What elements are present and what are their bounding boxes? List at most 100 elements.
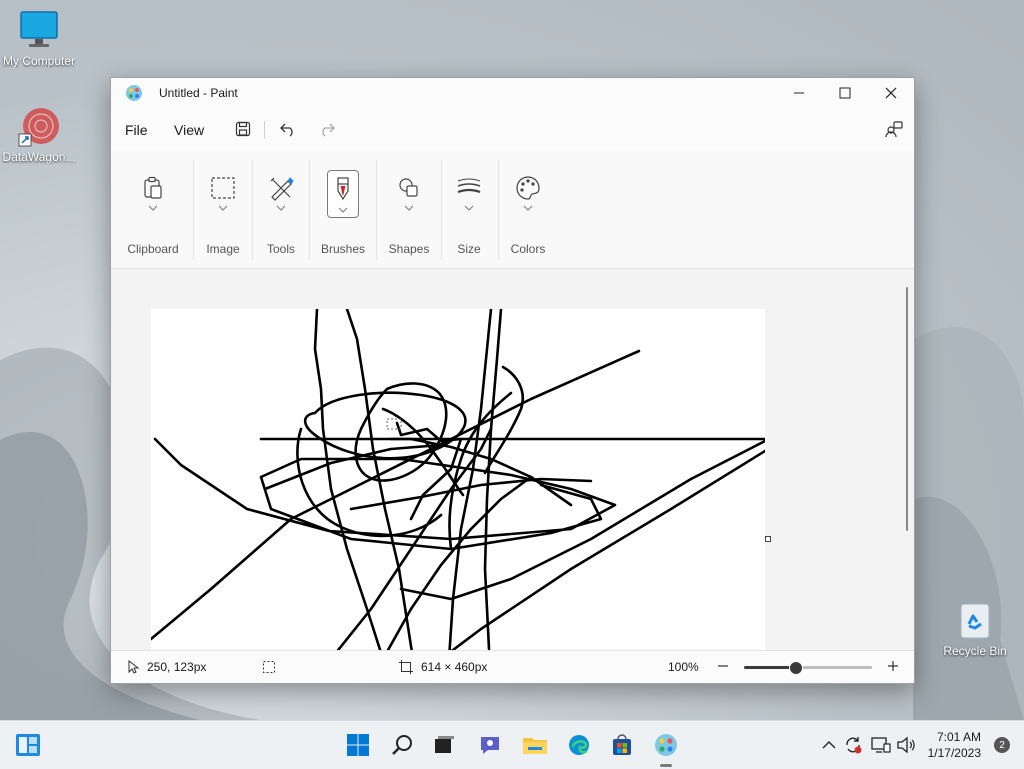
- close-icon: [885, 87, 897, 99]
- save-icon: [235, 121, 251, 137]
- drawing-canvas[interactable]: [149, 307, 767, 650]
- canvas-size-icon: [399, 660, 413, 674]
- chevron-down-icon: [276, 205, 286, 211]
- menu-view[interactable]: View: [174, 122, 204, 138]
- account-button[interactable]: [882, 118, 906, 140]
- minimize-icon: [794, 92, 804, 94]
- ribbon-divider: [376, 160, 377, 260]
- redo-button[interactable]: [315, 118, 339, 140]
- zoom-level: 100%: [668, 660, 699, 674]
- sync-status-button[interactable]: [842, 729, 864, 761]
- chevron-down-icon: [148, 205, 158, 211]
- cursor-position-text: 250, 123px: [147, 660, 207, 674]
- shapes-icon: [393, 172, 425, 204]
- minimize-button[interactable]: [776, 78, 822, 108]
- windows-start-icon: [347, 734, 369, 756]
- search-icon: [392, 735, 412, 755]
- zoom-slider[interactable]: [744, 661, 872, 675]
- canvas-workspace: [111, 269, 914, 650]
- chevron-down-icon: [338, 207, 348, 213]
- menu-file[interactable]: File: [125, 122, 148, 138]
- notification-badge[interactable]: 2: [994, 737, 1010, 753]
- ribbon-divider: [309, 160, 310, 260]
- recycle-bin-icon: [953, 598, 997, 642]
- menu-bar: File View: [111, 108, 914, 150]
- ribbon-group-tools[interactable]: Tools: [257, 150, 305, 268]
- chevron-down-icon: [523, 205, 533, 211]
- start-button[interactable]: [342, 729, 374, 761]
- zoom-out-button[interactable]: [717, 660, 729, 672]
- edge-icon: [569, 735, 589, 755]
- network-icon: [871, 737, 891, 753]
- ribbon-group-brushes[interactable]: Brushes: [315, 150, 371, 268]
- widgets-button[interactable]: [12, 729, 44, 761]
- folder-icon: [523, 738, 547, 754]
- volume-button[interactable]: [895, 729, 917, 761]
- desktop-icon-datawagon[interactable]: DataWagon...: [1, 104, 77, 164]
- desktop-icon-my-computer[interactable]: My Computer: [1, 8, 77, 68]
- maximize-icon: [839, 87, 851, 99]
- select-icon: [207, 172, 239, 204]
- chat-icon: [481, 737, 499, 754]
- ribbon-group-label: Size: [457, 242, 481, 256]
- task-view-button[interactable]: [428, 729, 460, 761]
- monitor-icon: [17, 8, 61, 52]
- window-title: Untitled - Paint: [159, 86, 238, 100]
- zoom-in-button[interactable]: [887, 660, 899, 672]
- ribbon-group-image[interactable]: Image: [199, 150, 247, 268]
- scribble-drawing: [149, 307, 767, 650]
- ribbon-group-size[interactable]: Size: [445, 150, 493, 268]
- ribbon-group-clipboard[interactable]: Clipboard: [121, 150, 185, 268]
- edge-browser-button[interactable]: [563, 729, 595, 761]
- desktop-icon-label: Recycle Bin: [943, 644, 1007, 658]
- redo-icon: [322, 123, 335, 137]
- desktop-icon-recycle-bin[interactable]: Recycle Bin: [937, 598, 1013, 658]
- ribbon-group-label: Brushes: [320, 242, 366, 256]
- ribbon-group-colors[interactable]: Colors: [503, 150, 553, 268]
- store-icon: [613, 734, 631, 755]
- zoom-slider-fill: [744, 666, 796, 669]
- sync-icon: [846, 737, 862, 754]
- active-app-indicator: [660, 764, 672, 767]
- paint-app-icon: [655, 734, 677, 756]
- selection-icon: [263, 661, 275, 673]
- minus-icon: [718, 665, 728, 667]
- cursor-position: 250, 123px: [127, 660, 206, 674]
- ribbon-group-shapes[interactable]: Shapes: [383, 150, 435, 268]
- microsoft-store-button[interactable]: [606, 729, 638, 761]
- paint-window: Untitled - Paint File View Clipboard Ima…: [110, 77, 915, 684]
- canvas-size: 614 × 460px: [399, 660, 487, 674]
- zoom-slider-thumb[interactable]: [789, 661, 804, 675]
- title-bar[interactable]: Untitled - Paint: [111, 78, 914, 108]
- ribbon-divider: [498, 160, 499, 260]
- ribbon-group-label: Shapes: [388, 242, 430, 256]
- speaker-icon: [897, 736, 915, 754]
- size-icon: [453, 172, 485, 204]
- show-hidden-icons-button[interactable]: [818, 729, 840, 761]
- selection-size: [262, 660, 276, 674]
- desktop-icon-label: My Computer: [2, 54, 76, 68]
- chat-button[interactable]: [474, 729, 506, 761]
- taskbar: 7:01 AM 1/17/2023 2: [0, 720, 1024, 769]
- ribbon-group-label: Tools: [266, 242, 295, 256]
- clock-time: 7:01 AM: [936, 730, 981, 744]
- maximize-button[interactable]: [822, 78, 868, 108]
- ribbon-group-label: Colors: [510, 242, 546, 256]
- clipboard-icon: [137, 172, 169, 204]
- account-icon: [885, 121, 903, 138]
- save-button[interactable]: [231, 118, 255, 140]
- paint-app-icon: [125, 84, 143, 102]
- close-button[interactable]: [868, 78, 914, 108]
- canvas-resize-handle[interactable]: [765, 536, 771, 542]
- file-explorer-button[interactable]: [519, 729, 551, 761]
- ribbon-group-label: Image: [206, 242, 240, 256]
- paint-taskbar-button[interactable]: [650, 729, 682, 767]
- clock[interactable]: 7:01 AM 1/17/2023: [928, 729, 981, 761]
- search-button[interactable]: [387, 729, 419, 761]
- vertical-scrollbar[interactable]: [906, 287, 908, 531]
- network-button[interactable]: [870, 729, 892, 761]
- undo-button[interactable]: [276, 118, 300, 140]
- task-view-icon: [435, 736, 454, 753]
- ribbon-divider: [193, 160, 194, 260]
- ribbon-toolbar: Clipboard Image Tools Brushes Shapes Siz…: [111, 150, 914, 269]
